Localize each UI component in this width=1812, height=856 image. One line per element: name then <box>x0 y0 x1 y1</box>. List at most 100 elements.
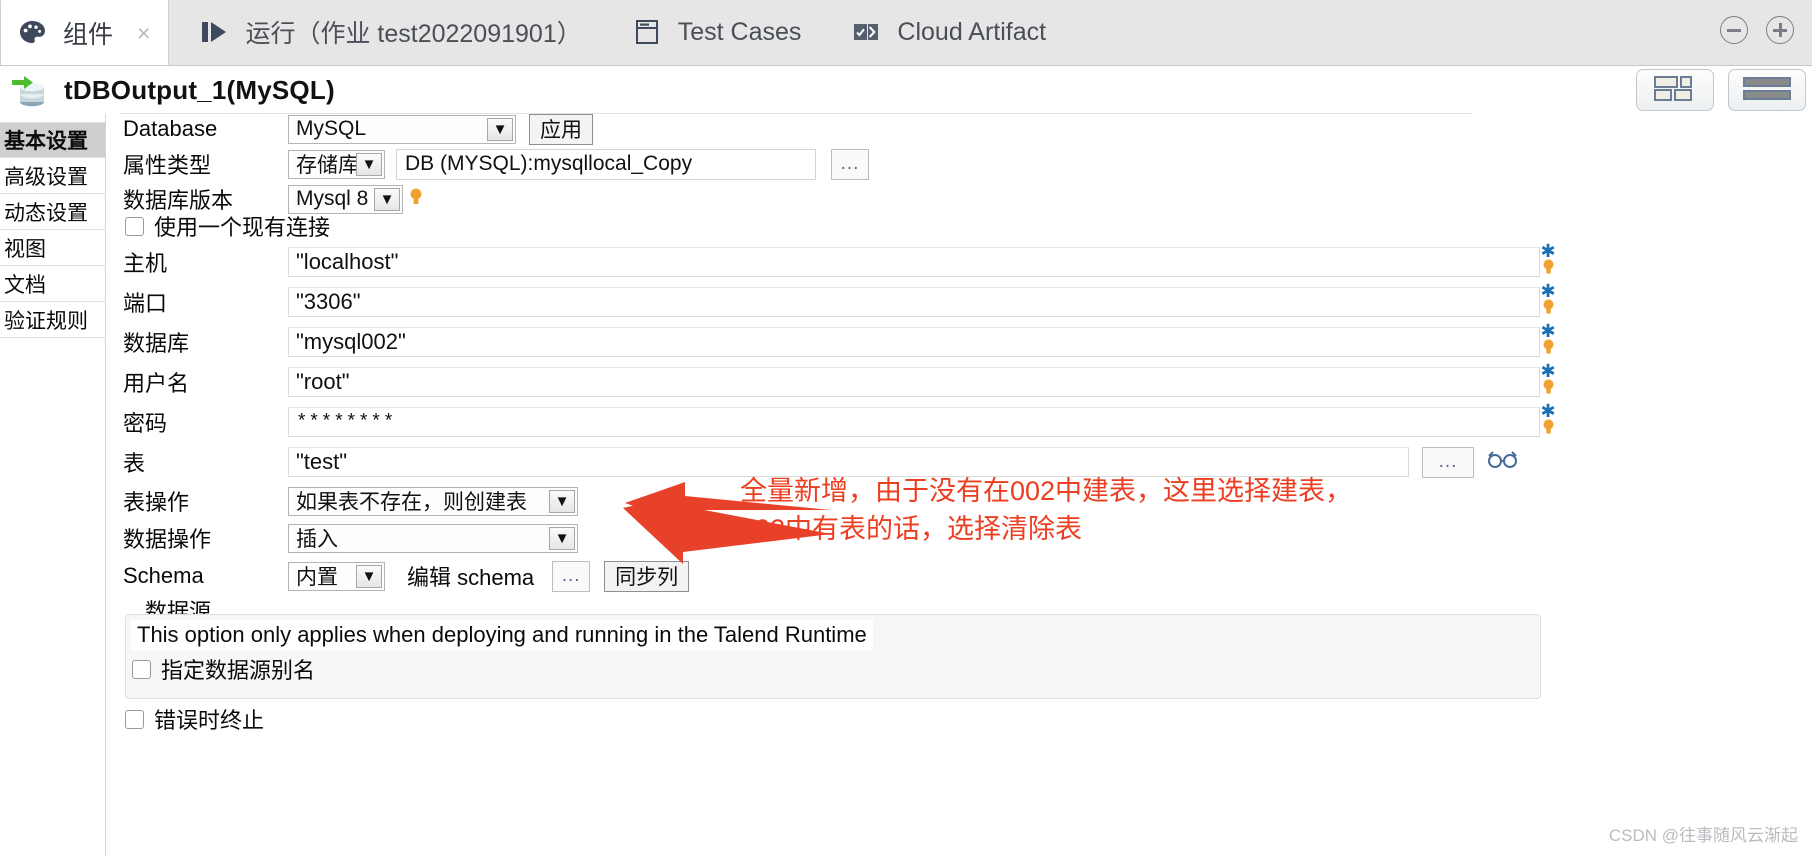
table-browse-label: ... <box>1438 451 1458 472</box>
sidebar-item-label: 动态设置 <box>4 201 88 225</box>
hint-bulb-icon <box>1537 258 1559 279</box>
sidebar-item-label: 验证规则 <box>4 309 88 333</box>
dbname-label: 数据库 <box>123 331 190 356</box>
sidebar-item-label: 高级设置 <box>4 165 88 189</box>
chevron-down-icon[interactable]: ▼ <box>356 564 382 588</box>
repository-browse-button[interactable]: ... <box>831 148 869 180</box>
row-dbname: 数据库 "mysql002" <box>123 322 1540 362</box>
view-mode-buttons <box>1636 69 1806 111</box>
watermark: CSDN @往事随风云渐起 <box>1608 826 1798 845</box>
cloud-artifact-icon <box>849 15 883 49</box>
close-icon[interactable]: × <box>137 21 150 45</box>
tab-component[interactable]: 组件 × <box>0 0 170 65</box>
dbname-input[interactable]: "mysql002" <box>288 327 1540 357</box>
port-indicators: ✱ <box>1537 282 1559 319</box>
palette-icon <box>15 16 49 50</box>
zoom-out-button[interactable] <box>1720 16 1748 44</box>
required-star-icon: ✱ <box>1540 361 1556 381</box>
tab-label: 运行（作业 test2022091901） <box>245 20 582 48</box>
chevron-down-icon[interactable]: ▼ <box>549 489 575 513</box>
username-label: 用户名 <box>123 371 190 396</box>
zoom-in-button[interactable] <box>1766 16 1794 44</box>
password-value: ******** <box>296 411 396 433</box>
password-input[interactable]: ******** <box>288 407 1540 437</box>
hint-bulb-icon <box>1537 298 1559 319</box>
host-label: 主机 <box>123 251 168 276</box>
list-view-button[interactable] <box>1728 69 1806 111</box>
repository-value: DB (MYSQL):mysqllocal_Copy <box>405 152 693 175</box>
required-star-icon: ✱ <box>1540 401 1556 421</box>
chevron-down-icon[interactable]: ▼ <box>356 152 382 176</box>
row-host: 主机 "localhost" <box>123 242 1540 282</box>
tab-label: 组件 <box>63 21 114 49</box>
tab-label: Test Cases <box>677 17 802 46</box>
port-label: 端口 <box>123 291 168 316</box>
grid-view-button[interactable] <box>1636 69 1714 111</box>
sidebar-item-documentation[interactable]: 文档 <box>0 266 105 302</box>
apply-button[interactable]: 应用 <box>529 114 593 145</box>
table-browse-button[interactable]: ... <box>1422 446 1474 478</box>
required-star-icon: ✱ <box>1540 321 1556 341</box>
port-input[interactable]: "3306" <box>288 287 1540 317</box>
row-table-action: 表操作 如果表不存在，则创建表 ▼ <box>123 482 578 520</box>
sidebar-item-dynamic-settings[interactable]: 动态设置 <box>0 194 105 230</box>
database-value: MySQL <box>296 117 367 140</box>
sidebar-item-basic-settings[interactable]: 基本设置 <box>0 122 105 158</box>
use-existing-connection-checkbox[interactable] <box>125 216 144 236</box>
hint-bulb-icon <box>1537 418 1559 439</box>
apply-label: 应用 <box>540 119 582 142</box>
annotation-line-1: 全量新增，由于没有在002中建表，这里选择建表， <box>740 476 1353 506</box>
password-indicators: ✱ <box>1537 401 1559 439</box>
chevron-down-icon[interactable]: ▼ <box>487 117 513 141</box>
row-property-type: 属性类型 存储库 ▼ DB (MYSQL):mysqllocal_Copy ..… <box>123 145 869 183</box>
tab-run[interactable]: 运行（作业 test2022091901） <box>169 0 599 65</box>
row-data-action: 数据操作 插入 ▼ <box>123 519 578 557</box>
basic-settings-panel: Database MySQL ▼ 应用 属性类型 存储库 ▼ DB (MYSQL… <box>107 114 1812 856</box>
username-input[interactable]: "root" <box>288 367 1540 397</box>
dbname-indicators: ✱ <box>1537 321 1559 359</box>
die-on-error-checkbox[interactable] <box>125 709 144 729</box>
property-type-select[interactable]: 存储库 ▼ <box>288 149 385 179</box>
row-password: 密码 ******** <box>123 402 1540 442</box>
schema-select[interactable]: 内置 ▼ <box>288 561 385 591</box>
schema-value: 内置 <box>296 566 338 589</box>
edit-schema-label: 编辑 schema <box>407 565 535 590</box>
sidebar-item-advanced-settings[interactable]: 高级设置 <box>0 158 105 194</box>
datasource-alias-checkbox[interactable] <box>132 659 151 679</box>
row-username: 用户名 "root" <box>123 362 1540 402</box>
chevron-down-icon[interactable]: ▼ <box>549 526 575 550</box>
edit-schema-browse-label: ... <box>561 565 581 586</box>
host-value: "localhost" <box>296 249 399 274</box>
sidebar-item-validation-rules[interactable]: 验证规则 <box>0 302 105 338</box>
sidebar-item-label: 视图 <box>4 237 46 261</box>
chevron-down-icon[interactable]: ▼ <box>374 187 400 211</box>
table-value: "test" <box>296 449 348 474</box>
run-icon <box>197 15 231 49</box>
tab-test-cases[interactable]: Test Cases <box>600 0 820 65</box>
grid-view-icon <box>1652 74 1698 107</box>
table-action-value: 如果表不存在，则创建表 <box>296 491 527 514</box>
repository-browse-label: ... <box>840 153 860 174</box>
repository-value-field[interactable]: DB (MYSQL):mysqllocal_Copy <box>396 148 816 180</box>
row-datasource-alias[interactable]: 指定数据源别名 <box>132 652 315 686</box>
datasource-note: This option only applies when deploying … <box>131 620 873 650</box>
tab-label: Cloud Artifact <box>897 17 1047 46</box>
tab-cloud-artifact[interactable]: Cloud Artifact <box>819 0 1064 65</box>
sidebar-item-label: 基本设置 <box>4 130 88 153</box>
database-select[interactable]: MySQL ▼ <box>288 114 516 144</box>
row-use-existing-connection[interactable]: 使用一个现有连接 <box>125 209 330 243</box>
component-title-bar: tDBOutput_1(MySQL) <box>0 67 1812 114</box>
hint-bulb-icon <box>409 187 423 212</box>
table-action-label: 表操作 <box>123 490 190 515</box>
sidebar-item-view[interactable]: 视图 <box>0 230 105 266</box>
guess-schema-icon[interactable] <box>1486 449 1520 476</box>
data-action-label: 数据操作 <box>123 527 212 552</box>
host-input[interactable]: "localhost" <box>288 247 1540 277</box>
hint-bulb-icon <box>1537 338 1559 359</box>
database-label: Database <box>123 116 218 141</box>
table-action-select[interactable]: 如果表不存在，则创建表 ▼ <box>288 486 578 516</box>
row-die-on-error[interactable]: 错误时终止 <box>125 702 264 736</box>
data-action-select[interactable]: 插入 ▼ <box>288 523 578 553</box>
table-label: 表 <box>123 451 146 476</box>
annotation-line-2: 002中有表的话，选择清除表 <box>740 514 1083 544</box>
